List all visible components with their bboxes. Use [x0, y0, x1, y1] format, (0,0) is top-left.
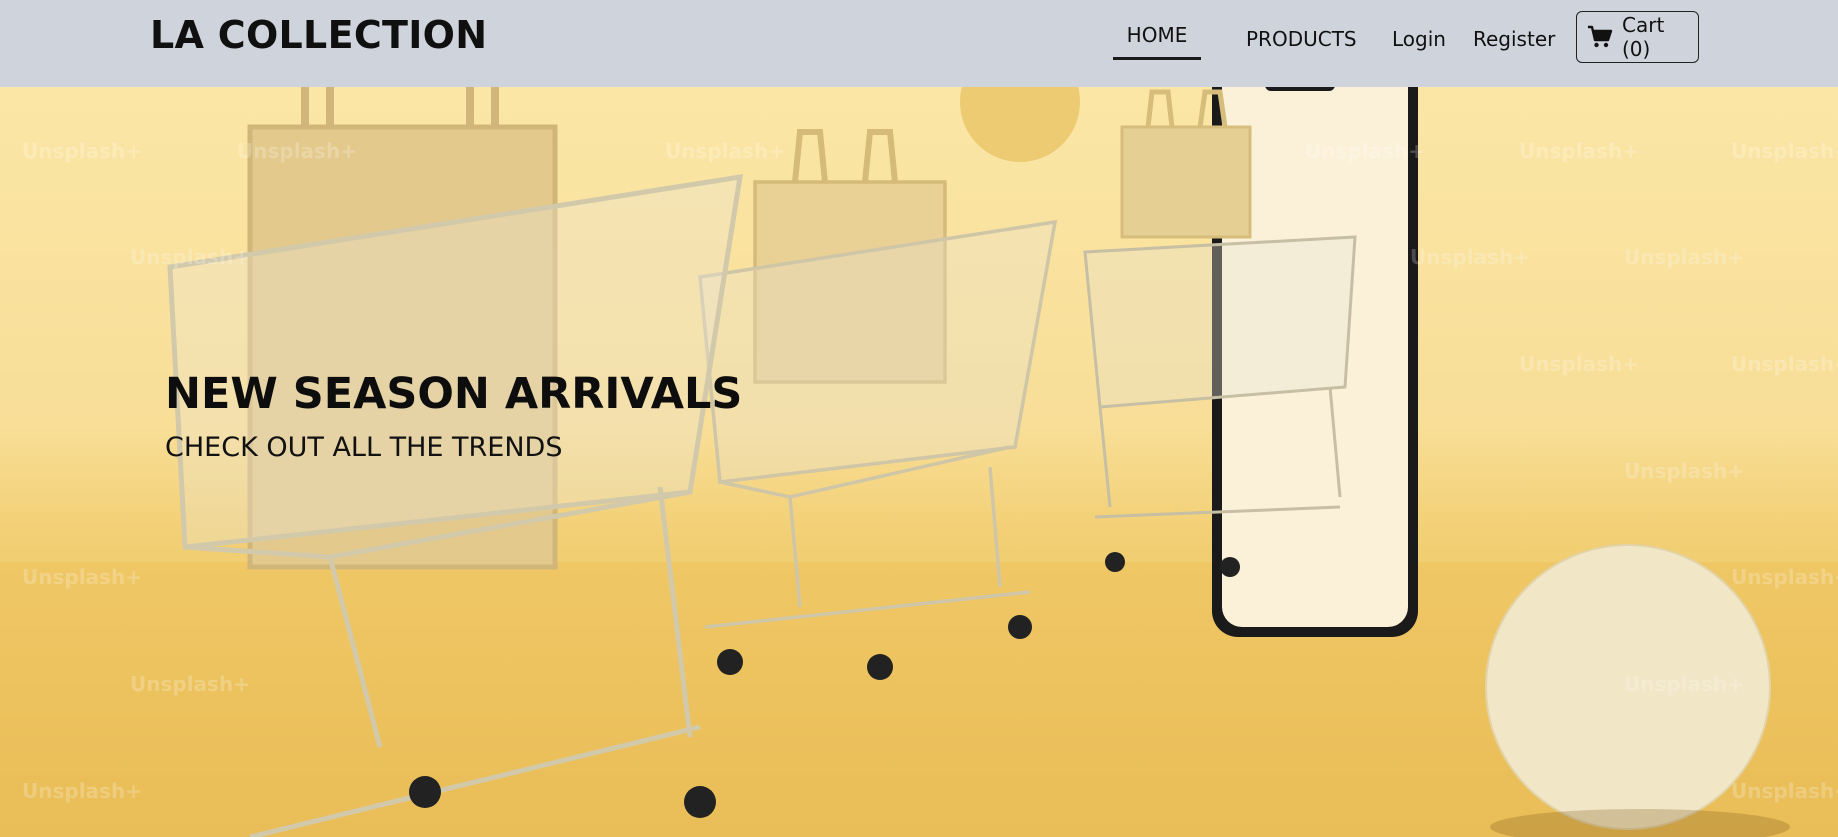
shopping-cart-icon [1587, 25, 1613, 49]
nav-link-login[interactable]: Login [1392, 27, 1446, 51]
nav-link-home[interactable]: HOME [1113, 23, 1201, 60]
hero-banner: Unsplash+ Unsplash+ Unsplash+ Unsplash+ … [0, 87, 1838, 837]
decorative-ball [1485, 544, 1771, 830]
nav-link-register[interactable]: Register [1473, 27, 1555, 51]
nav-link-products[interactable]: PRODUCTS [1246, 27, 1357, 51]
brand-logo[interactable]: LA COLLECTION [150, 13, 487, 57]
hero-title: NEW SEASON ARRIVALS [165, 369, 743, 419]
cart-label: Cart (0) [1622, 13, 1665, 61]
cart-button[interactable]: Cart (0) [1576, 11, 1699, 63]
top-navbar: LA COLLECTION HOME PRODUCTS Login Regist… [0, 0, 1838, 87]
shopping-cart-2 [698, 129, 1058, 680]
hero-subtitle: CHECK OUT ALL THE TRENDS [165, 432, 563, 463]
floating-ball [960, 87, 1080, 162]
